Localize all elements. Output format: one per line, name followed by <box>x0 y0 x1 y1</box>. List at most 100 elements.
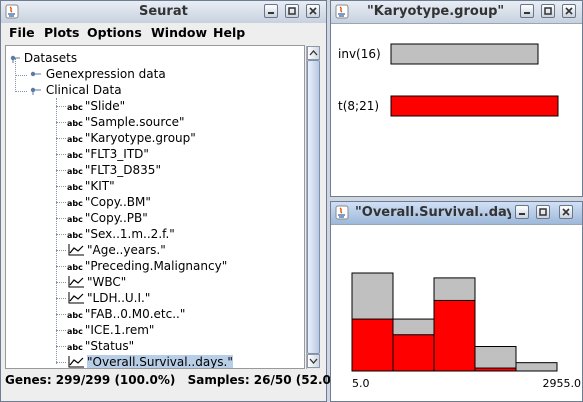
tree-line <box>56 298 66 299</box>
close-button[interactable] <box>562 4 576 18</box>
histogram-bin-all-3[interactable] <box>474 346 517 372</box>
bar-0[interactable] <box>390 43 539 65</box>
survival-titlebar[interactable]: "Overall.Survival..days." <box>331 202 582 225</box>
close-icon <box>565 7 573 15</box>
tree-group-label: Clinical Data <box>45 83 122 97</box>
tree-variable-item[interactable]: abc "Slide" <box>67 98 125 114</box>
tree-line <box>56 122 66 123</box>
minimize-icon <box>524 12 530 14</box>
tree-line <box>56 154 66 155</box>
tree-variable-label: "Sex..1.m..2.f." <box>84 227 175 241</box>
tree-variable-item[interactable]: abc "Sex..1.m..2.f." <box>67 226 175 242</box>
maximize-icon <box>544 7 552 15</box>
bar-category-label: t(8;21) <box>338 99 379 113</box>
dataset-tree[interactable]: Datasets Genexpression data Clinical Dat… <box>5 45 305 369</box>
tree-variable-label: "Overall.Survival..days." <box>87 355 233 369</box>
survival-histogram[interactable]: 5.0 2955.0 <box>331 225 582 401</box>
tree-variable-item[interactable]: abc "Copy..PB" <box>67 210 148 226</box>
tree-variable-label: "Sample.source" <box>84 115 185 129</box>
tree-variable-item[interactable]: abc "ICE.1.rem" <box>67 322 154 338</box>
histogram-bin-all-4[interactable] <box>515 362 558 372</box>
menu-plots[interactable]: Plots <box>44 25 79 40</box>
maximize-button[interactable] <box>285 4 299 18</box>
tree-variable-item[interactable]: abc "Sample.source" <box>67 114 185 130</box>
text-variable-icon: abc <box>67 167 83 176</box>
tree-group-genexpression[interactable]: Genexpression data <box>30 66 166 82</box>
samples-count: Samples: 26/50 (52.0%) <box>187 373 349 387</box>
seurat-titlebar[interactable]: Seurat <box>1 1 326 24</box>
tree-variable-item[interactable]: abc "KIT" <box>67 178 115 194</box>
numeric-variable-icon <box>68 292 84 304</box>
scroll-up-button[interactable] <box>307 46 320 60</box>
tree-variable-label: "LDH..U.I." <box>87 291 151 305</box>
bar-category-label: inv(16) <box>338 47 381 61</box>
tree-line <box>56 346 66 347</box>
close-button[interactable] <box>559 205 573 219</box>
text-variable-icon: abc <box>67 183 83 192</box>
tree-node-toggle-icon[interactable] <box>10 53 20 63</box>
tree-line <box>56 234 66 235</box>
minimize-button[interactable] <box>520 4 534 18</box>
tree-variable-item[interactable]: abc "Karyotype.group" <box>67 130 196 146</box>
menubar: File Plots Options Window Help <box>1 23 326 43</box>
tree-variable-item[interactable]: abc "FAB..0.M0.etc.." <box>67 306 185 322</box>
karyotype-window-title: "Karyotype.group" <box>367 4 505 19</box>
close-icon <box>309 7 317 15</box>
tree-variable-item[interactable]: "Age..years." <box>67 242 166 258</box>
maximize-button[interactable] <box>541 4 555 18</box>
tree-variable-item[interactable]: abc "FLT3_D835" <box>67 162 161 178</box>
text-variable-icon: abc <box>67 263 83 272</box>
tree-node-toggle-icon[interactable] <box>30 69 42 79</box>
karyotype-titlebar[interactable]: "Karyotype.group" <box>331 1 582 24</box>
tree-group-clinical[interactable]: Clinical Data <box>30 82 122 98</box>
text-variable-icon: abc <box>67 311 83 320</box>
tree-line <box>56 170 66 171</box>
maximize-button[interactable] <box>536 205 550 219</box>
menu-window[interactable]: Window <box>151 25 207 40</box>
tree-line <box>56 138 66 139</box>
tree-line <box>56 218 66 219</box>
survival-window: "Overall.Survival..days." 5.0 2955.0 <box>330 201 583 402</box>
scroll-thumb[interactable] <box>307 60 320 354</box>
tree-scrollbar[interactable] <box>306 46 320 369</box>
histogram-bin-selected-2[interactable] <box>433 299 476 372</box>
tree-variable-item[interactable]: abc "Preceding.Malignancy" <box>67 258 227 274</box>
menu-file[interactable]: File <box>9 25 35 40</box>
scroll-down-button[interactable] <box>307 354 320 368</box>
text-variable-icon: abc <box>67 327 83 336</box>
tree-variable-label: "Preceding.Malignancy" <box>84 259 228 273</box>
karyotype-bar-chart[interactable]: inv(16) t(8;21) <box>331 24 582 196</box>
tree-variable-item[interactable]: "Overall.Survival..days." <box>67 354 233 369</box>
minimize-button[interactable] <box>264 4 278 18</box>
tree-variable-label: "FLT3_ITD" <box>84 147 149 161</box>
tree-root-datasets[interactable]: Datasets <box>10 50 77 66</box>
tree-node-toggle-icon[interactable] <box>30 85 42 95</box>
tree-variable-label: "ICE.1.rem" <box>84 323 155 337</box>
histogram-bin-selected-1[interactable] <box>392 334 435 372</box>
minimize-icon <box>519 213 525 215</box>
java-icon <box>5 4 19 19</box>
karyotype-window: "Karyotype.group" inv(16) t(8;21) <box>330 0 583 197</box>
tree-variable-item[interactable]: "WBC" <box>67 274 126 290</box>
histogram-bin-selected-0[interactable] <box>351 318 394 372</box>
tree-variable-item[interactable]: "LDH..U.I." <box>67 290 150 306</box>
genes-count: Genes: 299/299 (100.0%) <box>5 373 176 387</box>
menu-options[interactable]: Options <box>87 25 142 40</box>
histogram-bin-selected-3[interactable] <box>474 367 517 372</box>
tree-variable-label: "FLT3_D835" <box>84 163 161 177</box>
tree-line <box>15 75 27 76</box>
tree-line <box>56 282 66 283</box>
tree-variable-label: "Slide" <box>84 99 126 113</box>
bar-1[interactable] <box>390 95 559 117</box>
tree-line <box>56 266 66 267</box>
java-icon <box>335 4 349 19</box>
text-variable-icon: abc <box>67 343 83 352</box>
menu-help[interactable]: Help <box>213 25 245 40</box>
close-button[interactable] <box>306 4 320 18</box>
tree-variable-item[interactable]: abc "FLT3_ITD" <box>67 146 149 162</box>
tree-variable-item[interactable]: abc "Status" <box>67 338 134 354</box>
seurat-window: Seurat File Plots Options Window Help Da… <box>0 0 348 402</box>
minimize-button[interactable] <box>515 205 529 219</box>
tree-variable-label: "Copy..PB" <box>84 211 148 225</box>
tree-variable-item[interactable]: abc "Copy..BM" <box>67 194 151 210</box>
